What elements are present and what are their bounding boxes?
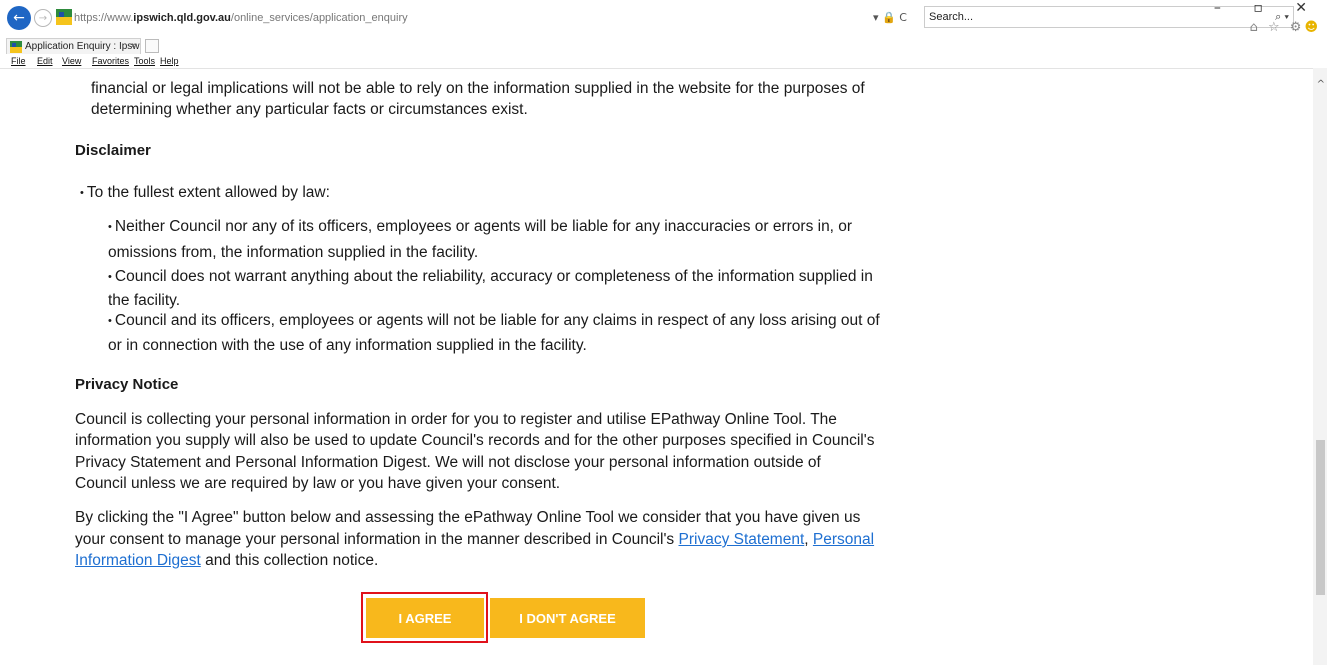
disclaimer-item-3: Council and its officers, employees or a… [108, 308, 880, 334]
menu-tools[interactable]: Tools [134, 55, 155, 68]
smiley-icon[interactable]: ☻ [1304, 20, 1321, 35]
url-field[interactable]: https://www.ipswich.qld.gov.au/online_se… [74, 8, 919, 28]
privacy-p2-line-1: By clicking the "I Agree" button below a… [75, 509, 861, 526]
disclaimer-item-2-line-1: Council does not warrant anything about … [114, 268, 873, 285]
back-button[interactable]: ← [7, 6, 31, 30]
disclaimer-item-3-line-2: or in connection with the use of any inf… [108, 337, 587, 354]
disclaimer-item-3-line-1: Council and its officers, employees or a… [114, 312, 880, 329]
disclaimer-item-2: Council does not warrant anything about … [108, 264, 873, 290]
disclaimer-item-1-line-1: Neither Council nor any of its officers,… [114, 218, 853, 235]
toolbar-icons[interactable]: ⌂ ☆ ⚙☻ [1250, 20, 1321, 35]
forward-button[interactable]: → [34, 9, 52, 27]
privacy-p2-line-3: Information Digest and this collection n… [75, 550, 378, 572]
privacy-heading: Privacy Notice [75, 376, 179, 393]
menu-edit[interactable]: Edit [37, 55, 53, 68]
menu-help[interactable]: Help [160, 55, 179, 68]
intro-line-2: determining whether any particular facts… [91, 101, 528, 118]
url-path: /online_services/application_enquiry [230, 12, 408, 24]
tab-title: Application Enquiry : Ipswic... [25, 41, 140, 52]
tab-row: Application Enquiry : Ipswic... × [0, 38, 1327, 55]
window-controls[interactable]: – ▫ ✕ [1214, 0, 1321, 16]
menu-view[interactable]: View [62, 55, 81, 68]
privacy-p1-line-2: information you supply will also be used… [75, 432, 875, 449]
menu-bar: File Edit View Favorites Tools Help [0, 55, 1327, 69]
privacy-p2-line-2: your consent to manage your personal inf… [75, 529, 874, 551]
disclaimer-heading: Disclaimer [75, 142, 151, 159]
privacy-p1-line-1: Council is collecting your personal info… [75, 411, 837, 428]
site-favicon-icon [56, 9, 72, 25]
menu-favorites[interactable]: Favorites [92, 55, 129, 68]
url-domain: ipswich.qld.gov.au [133, 12, 231, 24]
privacy-p2-tail: and this collection notice. [200, 552, 379, 569]
disclaimer-item-1: Neither Council nor any of its officers,… [108, 214, 852, 240]
i-dont-agree-button[interactable]: I DON'T AGREE [490, 598, 645, 638]
privacy-p2-comma: , [804, 531, 813, 548]
personal-info-digest-link-part-1[interactable]: Personal [813, 531, 874, 548]
intro-line-1: financial or legal implications will not… [91, 80, 865, 97]
scrollbar-thumb[interactable] [1316, 440, 1325, 595]
personal-info-digest-link-part-2[interactable]: Information Digest [75, 552, 201, 569]
tab-favicon-icon [10, 41, 22, 53]
disclaimer-lead-text: To the fullest extent allowed by law: [86, 184, 330, 201]
home-star-gear-icon[interactable]: ⌂ ☆ ⚙ [1250, 20, 1305, 35]
url-prefix: https://www. [74, 12, 134, 24]
url-tools[interactable]: ▾ 🔒 C [873, 8, 907, 28]
address-bar-row: ← → https://www.ipswich.qld.gov.au/onlin… [0, 0, 1327, 37]
disclaimer-lead: To the fullest extent allowed by law: [80, 180, 330, 206]
new-tab-button[interactable] [145, 39, 159, 53]
arrow-left-icon: ← [13, 10, 25, 26]
close-tab-icon[interactable]: × [130, 39, 136, 54]
browser-chrome: ← → https://www.ipswich.qld.gov.au/onlin… [0, 0, 1327, 69]
agree-highlight-box [361, 592, 488, 643]
privacy-p1-line-4: Council unless we are required by law or… [75, 475, 561, 492]
privacy-p2-text: your consent to manage your personal inf… [75, 531, 679, 548]
privacy-statement-link[interactable]: Privacy Statement [679, 531, 805, 548]
search-placeholder: Search... [929, 11, 974, 23]
disclaimer-item-1-line-2: omissions from, the information supplied… [108, 244, 479, 261]
arrow-right-icon: → [38, 12, 48, 24]
scroll-up-icon[interactable]: ^ [1317, 79, 1325, 90]
privacy-p1-line-3: Privacy Statement and Personal Informati… [75, 454, 821, 471]
tab-application-enquiry[interactable]: Application Enquiry : Ipswic... × [6, 38, 141, 54]
menu-file[interactable]: File [11, 55, 26, 68]
